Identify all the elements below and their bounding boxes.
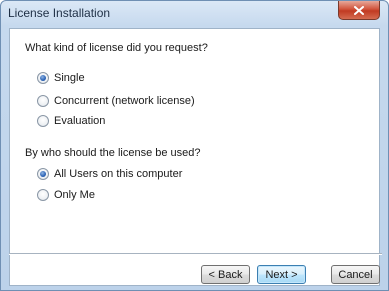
radio-button[interactable] <box>37 95 49 107</box>
radio-label: Single <box>54 72 85 84</box>
radio-all-users[interactable]: All Users on this computer <box>37 167 182 181</box>
radio-label: Concurrent (network license) <box>54 95 195 107</box>
radio-label: All Users on this computer <box>54 168 183 180</box>
close-button[interactable] <box>338 1 380 20</box>
radio-evaluation[interactable]: Evaluation <box>37 114 105 128</box>
title-bar[interactable]: License Installation <box>1 1 388 25</box>
license-type-question: What kind of license did you request? <box>25 42 208 54</box>
license-usage-question: By who should the license be used? <box>25 147 201 159</box>
back-button[interactable]: < Back <box>201 265 250 284</box>
radio-only-me[interactable]: Only Me <box>37 188 95 202</box>
radio-label: Only Me <box>54 189 95 201</box>
radio-button[interactable] <box>37 168 49 180</box>
cancel-button[interactable]: Cancel <box>331 265 380 284</box>
next-button[interactable]: Next > <box>257 265 306 284</box>
window-title: License Installation <box>8 6 111 20</box>
radio-button[interactable] <box>37 189 49 201</box>
radio-label: Evaluation <box>54 115 106 127</box>
radio-button[interactable] <box>37 115 49 127</box>
radio-concurrent[interactable]: Concurrent (network license) <box>37 94 195 108</box>
close-icon <box>354 5 364 15</box>
button-separator <box>9 253 382 255</box>
radio-single[interactable]: Single <box>37 71 85 85</box>
radio-button[interactable] <box>37 72 49 84</box>
license-installation-window: License Installation What kind of licens… <box>0 0 389 291</box>
